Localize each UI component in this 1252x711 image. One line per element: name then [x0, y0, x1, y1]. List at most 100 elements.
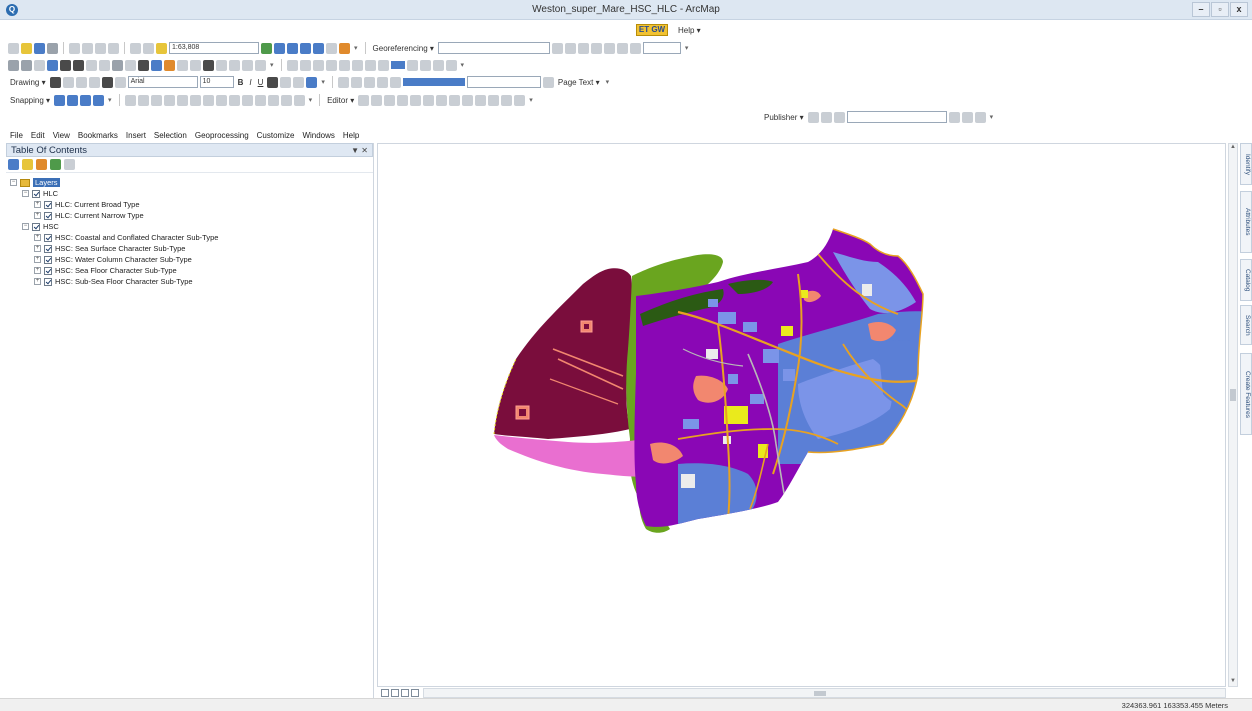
topology-tool-icon[interactable] [280, 94, 292, 106]
toolbar-options-icon[interactable]: ▾ [268, 61, 276, 69]
map-canvas[interactable] [378, 144, 1227, 688]
toolbar-options-icon[interactable]: ▾ [604, 78, 612, 86]
copy-icon[interactable] [82, 42, 93, 54]
group-node-hsc[interactable]: − HSC [6, 221, 373, 232]
maximize-button[interactable]: ▫ [1211, 2, 1229, 17]
toc-window-icon[interactable] [274, 42, 285, 54]
layer-visibility-checkbox[interactable] [44, 233, 52, 242]
layer-node[interactable]: + HLC: Current Narrow Type [6, 210, 373, 221]
edit-tool-icon[interactable] [501, 94, 513, 106]
layer-visibility-checkbox[interactable] [44, 266, 52, 275]
map-region-farmland-light[interactable] [783, 369, 795, 381]
text-tool-icon[interactable] [101, 76, 113, 88]
animation-slider[interactable] [402, 78, 465, 86]
publisher-combo[interactable] [846, 111, 947, 123]
color-swatch[interactable] [390, 61, 405, 69]
expand-icon[interactable]: + [34, 278, 41, 285]
expand-icon[interactable]: + [34, 234, 41, 241]
layer-label[interactable]: HSC: Sub-Sea Floor Character Sub-Type [55, 277, 193, 286]
save-icon[interactable] [34, 42, 45, 54]
georef-tool-icon[interactable] [616, 42, 628, 54]
open-folder-icon[interactable] [21, 42, 32, 54]
redo-icon[interactable] [143, 42, 154, 54]
georef-transparency-combo[interactable] [642, 42, 681, 54]
toolbar-options-icon[interactable]: ▾ [459, 61, 467, 69]
toolbar-options-icon[interactable]: ▾ [319, 78, 327, 86]
go-to-xy-icon[interactable] [229, 59, 240, 71]
map-region-farmland-light[interactable] [683, 419, 699, 429]
editor-menu[interactable]: Editor ▾ [325, 96, 356, 105]
italic-button[interactable]: I [247, 78, 253, 87]
map-region-farmland-light[interactable] [750, 394, 764, 404]
topology-tool-icon[interactable] [189, 94, 201, 106]
layers-root-node[interactable]: − Layers [6, 177, 373, 188]
topology-tool-icon[interactable] [163, 94, 175, 106]
topology-tool-icon[interactable] [254, 94, 266, 106]
fixed-zoom-in-icon[interactable] [60, 59, 71, 71]
line-color-icon[interactable] [293, 76, 305, 88]
paste-icon[interactable] [95, 42, 106, 54]
publisher-tool-icon[interactable] [961, 111, 973, 123]
layer-node[interactable]: + HSC: Coastal and Conflated Character S… [6, 232, 373, 243]
fixed-zoom-out-icon[interactable] [73, 59, 84, 71]
toolbar-options-icon[interactable]: ▾ [307, 96, 315, 104]
toolbar-options-icon[interactable]: ▾ [683, 44, 691, 52]
identify-icon[interactable] [151, 59, 162, 71]
edge-snapping-icon[interactable] [93, 94, 105, 106]
georef-tool-icon[interactable] [590, 42, 602, 54]
topology-tool-icon[interactable] [228, 94, 240, 106]
edit-tool-icon[interactable] [488, 94, 500, 106]
georef-tool-icon[interactable] [629, 42, 641, 54]
edit-tool-icon[interactable] [449, 94, 461, 106]
georef-tool-icon[interactable] [577, 42, 589, 54]
toolbar-options-icon[interactable]: ▾ [988, 113, 996, 121]
list-by-selection-icon[interactable] [50, 159, 61, 170]
publisher-menu[interactable]: Publisher ▾ [762, 113, 806, 122]
dock-tab-create-features[interactable]: Create Features [1240, 353, 1252, 435]
layer-label[interactable]: HSC: Sea Floor Character Sub-Type [55, 266, 177, 275]
toolbar-options-icon[interactable]: ▾ [106, 96, 114, 104]
animation-combo[interactable] [466, 76, 541, 88]
menu-geoprocessing[interactable]: Geoprocessing [195, 131, 249, 140]
georef-tool-icon[interactable] [603, 42, 615, 54]
map-region-farmland-light[interactable] [718, 312, 736, 324]
expand-icon[interactable]: + [34, 245, 41, 252]
zoom-out-icon[interactable] [21, 59, 32, 71]
toc-options-icon[interactable] [64, 159, 75, 170]
layout-tool-icon[interactable] [312, 59, 324, 71]
menu-windows[interactable]: Windows [302, 131, 334, 140]
callout-icon[interactable] [114, 76, 126, 88]
rectangle-icon[interactable] [88, 76, 100, 88]
collapse-icon[interactable]: − [22, 190, 29, 197]
close-button[interactable]: x [1230, 2, 1248, 17]
snapping-menu[interactable]: Snapping ▾ [8, 96, 52, 105]
edit-tool-icon[interactable] [371, 94, 383, 106]
layers-root-label[interactable]: Layers [33, 178, 60, 187]
fill-color-icon[interactable] [280, 76, 292, 88]
topology-tool-icon[interactable] [137, 94, 149, 106]
expand-icon[interactable]: + [34, 267, 41, 274]
animation-tool-icon[interactable] [337, 76, 349, 88]
layer-visibility-checkbox[interactable] [44, 200, 52, 209]
font-color-icon[interactable] [267, 76, 279, 88]
zoom-to-selected-icon[interactable] [75, 76, 87, 88]
underline-button[interactable]: U [256, 78, 266, 87]
clear-selection-icon[interactable] [125, 59, 136, 71]
publisher-tool-icon[interactable] [820, 111, 832, 123]
topology-tool-icon[interactable] [124, 94, 136, 106]
bold-button[interactable]: B [236, 78, 246, 87]
marker-color-icon[interactable] [306, 76, 318, 88]
layer-label[interactable]: HLC: Current Narrow Type [55, 211, 144, 220]
layout-tool-icon[interactable] [432, 59, 444, 71]
layer-node[interactable]: + HSC: Sea Floor Character Sub-Type [6, 265, 373, 276]
list-by-visibility-icon[interactable] [36, 159, 47, 170]
layer-visibility-checkbox[interactable] [32, 189, 40, 198]
pan-hand-icon[interactable] [34, 59, 45, 71]
georeferencing-layer-combo[interactable] [437, 42, 550, 54]
scrollbar-thumb[interactable] [1230, 389, 1236, 401]
hyperlink-icon[interactable] [164, 59, 175, 71]
python-window-icon[interactable] [326, 42, 337, 54]
layer-visibility-checkbox[interactable] [44, 211, 52, 220]
time-slider-icon[interactable] [242, 59, 253, 71]
map-horizontal-scrollbar[interactable] [423, 687, 1226, 698]
